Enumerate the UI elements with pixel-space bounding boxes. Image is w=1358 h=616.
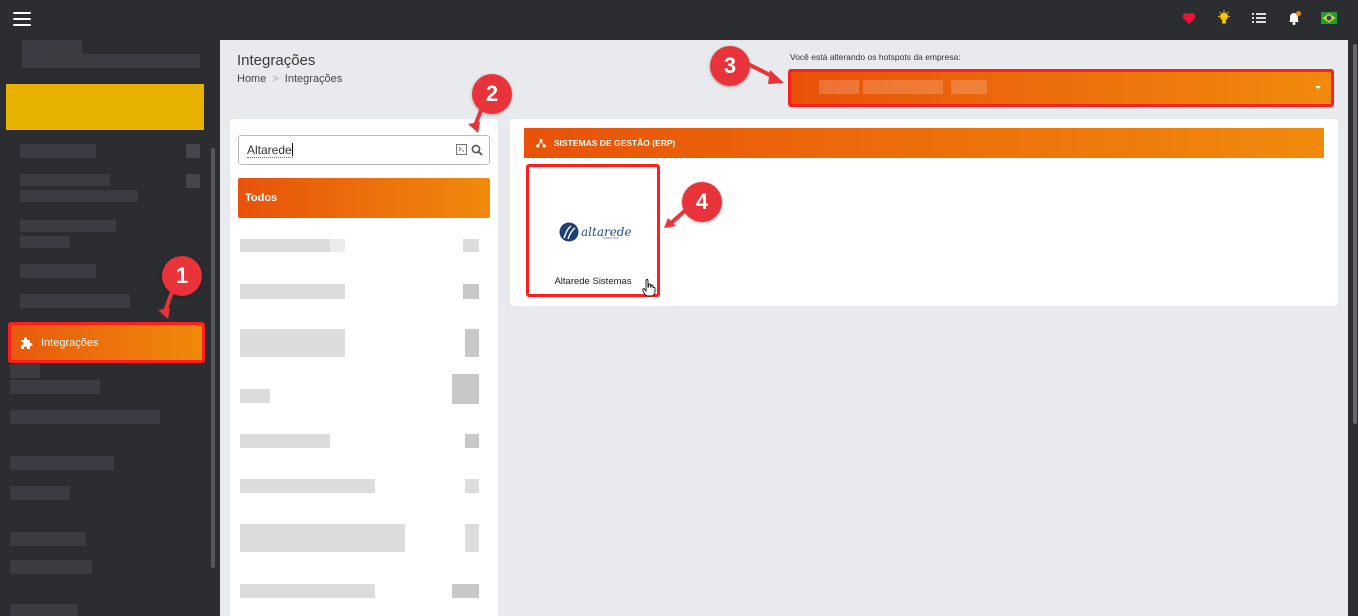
bell-icon[interactable]	[1285, 9, 1303, 27]
filter-item-blurred[interactable]	[240, 329, 345, 357]
sidebar-item-blurred[interactable]	[10, 410, 160, 424]
altarede-logo: altarede	[559, 222, 632, 242]
filter-count-blurred	[465, 434, 479, 448]
puzzle-icon	[21, 337, 33, 349]
sidebar-item-blurred[interactable]	[10, 364, 40, 378]
filter-panel: Altarede Todos	[230, 119, 498, 616]
company-name-blurred	[951, 80, 987, 94]
sidebar-item-blurred[interactable]	[20, 190, 138, 202]
search-input[interactable]: Altarede	[247, 143, 293, 158]
sidebar-item-blurred[interactable]	[20, 144, 96, 158]
annotation-arrow-3	[747, 62, 784, 84]
filter-item-blurred[interactable]	[240, 479, 375, 493]
sidebar-item-blurred[interactable]	[20, 264, 96, 278]
top-bar	[0, 0, 1358, 38]
search-icon[interactable]	[471, 144, 483, 156]
filter-count-blurred	[465, 479, 479, 493]
sitemap-icon	[536, 138, 546, 148]
filter-count-blurred	[452, 374, 479, 404]
sidebar-item-badge-blurred	[186, 174, 200, 188]
sidebar-item-blurred-highlight[interactable]	[6, 84, 204, 130]
sidebar-item-blurred[interactable]	[22, 40, 82, 54]
search-field[interactable]: Altarede	[238, 135, 490, 165]
integrations-panel: SISTEMAS DE GESTÃO (ERP) altarede sistem…	[510, 119, 1338, 306]
filter-todos[interactable]: Todos	[238, 178, 490, 218]
sidebar-item-blurred[interactable]	[22, 54, 200, 68]
filter-item-blurred[interactable]	[240, 389, 270, 403]
category-title: SISTEMAS DE GESTÃO (ERP)	[554, 138, 676, 148]
brazil-flag-icon[interactable]	[1320, 9, 1338, 27]
list-icon[interactable]	[1250, 9, 1268, 27]
filter-count-blurred	[465, 524, 479, 552]
sidebar-item-blurred[interactable]	[20, 236, 70, 248]
keyboard-icon[interactable]	[456, 144, 467, 155]
filter-count-blurred	[452, 584, 479, 598]
page-title: Integrações	[237, 52, 316, 69]
company-select[interactable]	[788, 69, 1334, 107]
altarede-logo-subtext: sistemas	[603, 235, 619, 240]
company-label: Você está alterando os hotspots da empre…	[790, 52, 961, 62]
search-icons	[456, 144, 483, 156]
filter-item-blurred[interactable]	[240, 239, 330, 252]
filter-count-blurred	[463, 239, 479, 252]
sidebar: Integrações	[0, 38, 218, 616]
breadcrumb-current: Integrações	[284, 73, 343, 85]
annotation-arrow-4	[664, 206, 690, 228]
main-content: Integrações Home > Integrações Você está a…	[220, 40, 1348, 616]
sidebar-item-label: Integrações	[41, 336, 99, 349]
sidebar-scrollbar[interactable]	[211, 148, 215, 568]
page-scrollbar[interactable]	[1352, 40, 1358, 616]
sidebar-item-blurred[interactable]	[10, 486, 70, 500]
integration-name: Altarede Sistemas	[554, 276, 632, 287]
sidebar-item-blurred[interactable]	[10, 560, 92, 574]
filter-item-blurred	[330, 239, 345, 252]
sidebar-item-badge-blurred	[186, 144, 200, 158]
filter-count-blurred	[463, 284, 479, 299]
annotation-arrow-2	[468, 107, 484, 133]
sidebar-item-integracoes[interactable]: Integrações	[8, 322, 205, 363]
sidebar-item-blurred[interactable]	[10, 604, 78, 616]
hand-cursor-icon	[642, 279, 656, 297]
top-icons	[1180, 9, 1338, 27]
sidebar-item-blurred[interactable]	[20, 294, 130, 308]
sidebar-item-blurred[interactable]	[10, 456, 114, 470]
filter-item-blurred[interactable]	[240, 284, 345, 299]
filter-item-blurred[interactable]	[240, 584, 375, 598]
breadcrumb-home[interactable]: Home	[237, 73, 266, 85]
company-name-blurred	[863, 80, 943, 94]
hamburger-menu-icon[interactable]	[13, 12, 31, 26]
annotation-badge-3: 3	[710, 46, 750, 86]
sidebar-item-blurred[interactable]	[10, 380, 100, 394]
sidebar-item-blurred[interactable]	[20, 174, 110, 186]
search-value: Altarede	[247, 143, 292, 157]
breadcrumb: Home > Integrações	[237, 73, 342, 85]
filter-count-blurred	[465, 329, 479, 357]
integration-card-altarede[interactable]: altarede sistemas Altarede Sistemas	[526, 164, 660, 297]
breadcrumb-separator: >	[272, 73, 279, 85]
filter-item-blurred[interactable]	[240, 434, 330, 448]
filter-item-blurred[interactable]	[240, 524, 405, 552]
annotation-arrow-1	[158, 291, 174, 319]
company-name-blurred	[819, 80, 859, 94]
chevron-down-icon	[1315, 86, 1321, 89]
heart-icon[interactable]	[1180, 9, 1198, 27]
category-header: SISTEMAS DE GESTÃO (ERP)	[524, 128, 1324, 158]
sidebar-item-blurred[interactable]	[10, 532, 86, 546]
altarede-logo-icon	[559, 222, 579, 242]
sidebar-item-blurred[interactable]	[20, 220, 116, 232]
lightbulb-icon[interactable]	[1215, 9, 1233, 27]
